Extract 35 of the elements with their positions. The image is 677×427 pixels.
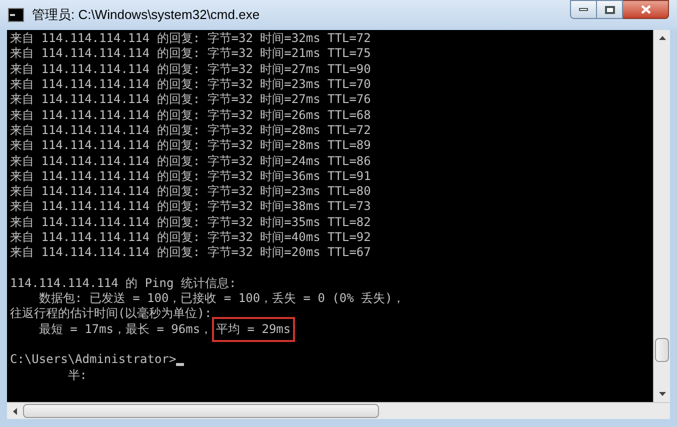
console-line: C:\Users\Administrator> [10,352,176,368]
console-line: 来自 114.114.114.114 的回复: 字节=32 时间=21ms TTL=75 [10,46,371,62]
console-line: 来自 114.114.114.114 的回复: 字节=32 时间=23ms TTL=80 [10,184,371,200]
console-line: 半: [66,368,88,383]
console-line: 来自 114.114.114.114 的回复: 字节=32 时间=27ms TTL=76 [10,92,371,108]
close-button[interactable] [623,0,669,19]
console-line: 来自 114.114.114.114 的回复: 字节=32 时间=35ms TTL=82 [10,214,371,230]
console-line: 来自 114.114.114.114 的回复: 字节=32 时间=36ms TTL=91 [10,168,371,184]
console-line: 来自 114.114.114.114 的回复: 字节=32 时间=40ms TTL=92 [10,230,371,245]
maximize-button[interactable] [597,0,623,19]
console-line: 来自 114.114.114.114 的回复: 字节=32 时间=28ms TTL=72 [10,122,371,138]
console-line: 来自 114.114.114.114 的回复: 字节=32 时间=28ms TTL=89 [10,138,371,154]
horizontal-scrollbar[interactable] [7,402,670,419]
console-line: 来自 114.114.114.114 的回复: 字节=32 时间=24ms TTL=86 [10,154,371,169]
left-arrow-icon [13,408,17,414]
console-line: 114.114.114.114 的 Ping 统计信息: [10,276,236,291]
console-line: 来自 114.114.114.114 的回复: 字节=32 时间=26ms TTL=68 [10,108,371,123]
highlight-box: 平均 = 29ms [212,316,295,342]
window-title: 管理员: C:\Windows\system32\cmd.exe [32,6,260,24]
console-line: 最短 = 17ms，最长 = 96ms， [38,322,212,337]
scroll-thumb[interactable] [655,338,669,362]
scroll-thumb[interactable] [23,404,379,418]
down-arrow-icon [658,392,666,396]
console-line: 来自 114.114.114.114 的回复: 字节=32 时间=38ms TTL=73 [10,199,371,214]
console-line: 来自 114.114.114.114 的回复: 字节=32 时间=23ms TTL=70 [10,77,371,92]
console-line: 来自 114.114.114.114 的回复: 字节=32 时间=27ms TTL=90 [10,62,371,77]
close-icon [640,5,650,14]
console-line: 数据包: 已发送 = 100，已接收 = 100，丢失 = 0 (0% 丢失)， [38,291,404,306]
console-line: 来自 114.114.114.114 的回复: 字节=32 时间=20ms TTL=67 [10,245,371,260]
vertical-scrollbar[interactable] [653,30,670,402]
terminal-icon [8,8,24,22]
minimize-button[interactable] [570,0,597,19]
console-line: 来自 114.114.114.114 的回复: 字节=32 时间=32ms TTL=72 [10,31,371,46]
console-line: 往返行程的估计时间(以毫秒为单位): [10,306,212,322]
up-arrow-icon [658,36,666,40]
